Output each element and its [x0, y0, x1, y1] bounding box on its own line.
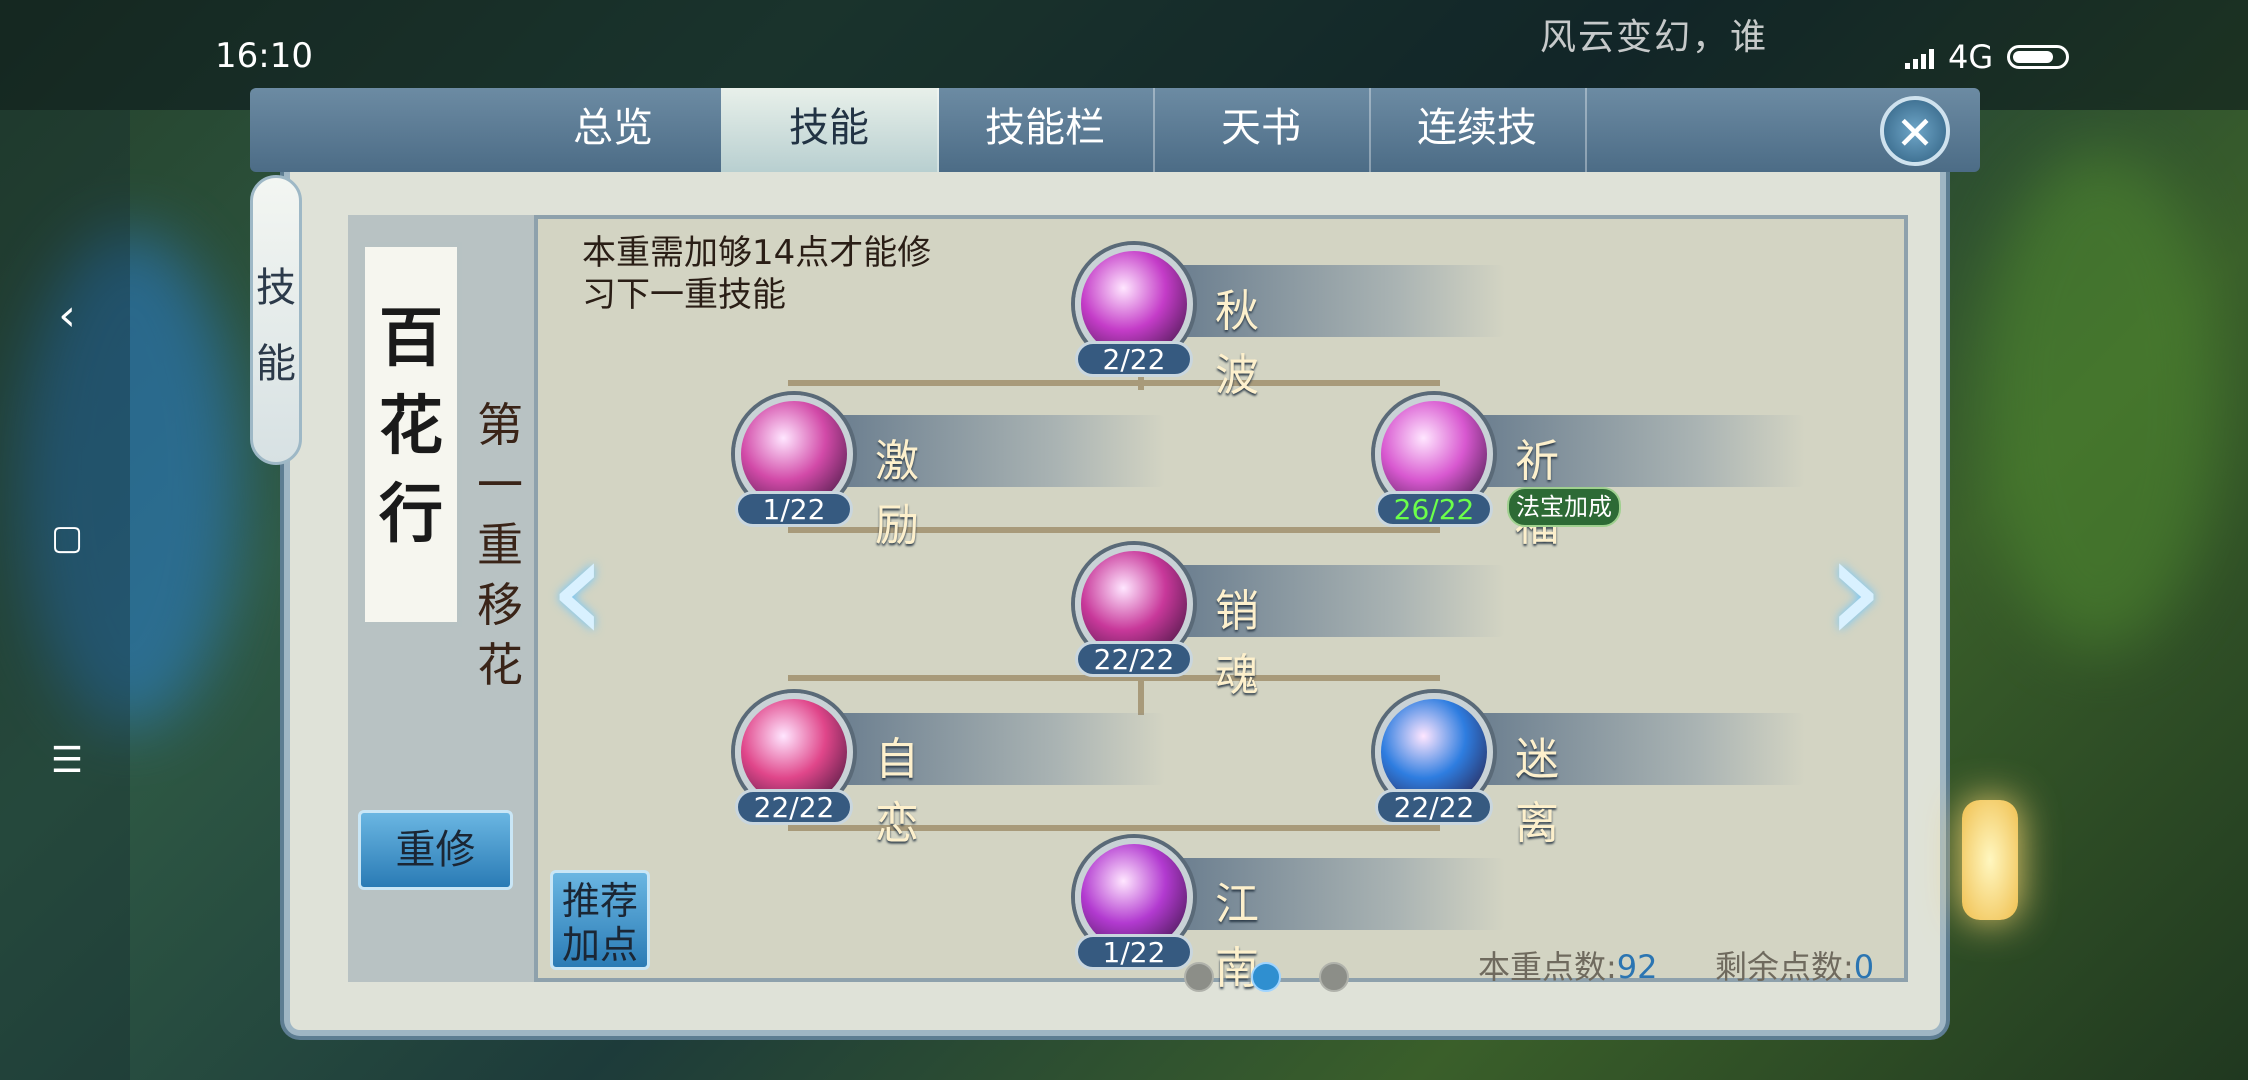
sect-scroll: 百花行	[360, 242, 462, 627]
tree-connector	[1138, 675, 1144, 715]
skill-level: 26/22	[1375, 491, 1493, 527]
scrolling-announcement: 风云变幻，谁	[1540, 17, 1769, 58]
skill-level: 1/22	[735, 491, 853, 527]
page-dot-2[interactable]	[1251, 962, 1281, 992]
status-icons: 4G	[1905, 38, 2070, 76]
home-icon[interactable]: ▢	[42, 518, 92, 558]
network-type: 4G	[1948, 38, 1994, 76]
skill-level: 1/22	[1075, 934, 1193, 970]
skill-level: 22/22	[735, 789, 853, 825]
skill-name: 秋波	[1215, 286, 1259, 401]
tab-tianshu[interactable]: 天书	[1153, 88, 1371, 172]
next-page-arrow-icon[interactable]: ›	[1825, 515, 1885, 665]
treasure-bonus-badge: 法宝加成	[1507, 487, 1621, 527]
prev-page-arrow-icon[interactable]: ‹	[548, 515, 608, 665]
back-icon[interactable]: ‹	[42, 290, 92, 341]
signal-icon	[1905, 45, 1934, 69]
layer-title: 第一重移花	[477, 398, 523, 692]
battery-icon	[2007, 45, 2070, 69]
skill-name: 自恋	[875, 734, 919, 849]
skill-level: 22/22	[1075, 641, 1193, 677]
page-dot-1[interactable]	[1184, 962, 1214, 992]
system-nav-bar: ‹ ▢ ☰	[0, 110, 130, 1080]
close-button[interactable]: ✕	[1880, 96, 1950, 166]
page-dot-3[interactable]	[1319, 962, 1349, 992]
skill-name: 激励	[875, 436, 919, 551]
tab-skills[interactable]: 技能	[721, 88, 939, 172]
recommend-points-button[interactable]: 推荐加点	[550, 870, 650, 970]
lantern-decoration	[1962, 800, 2018, 920]
remaining-points: 剩余点数:0	[1715, 948, 1875, 986]
background-foliage	[1980, 150, 2220, 650]
tab-overview[interactable]: 总览	[505, 88, 723, 172]
skill-level: 22/22	[1375, 789, 1493, 825]
menu-icon[interactable]: ☰	[42, 740, 92, 781]
side-tag-skills: 技能	[250, 175, 302, 465]
layer-hint: 本重需加够14点才能修习下一重技能	[582, 233, 932, 315]
tab-skill-bar[interactable]: 技能栏	[937, 88, 1155, 172]
layer-points: 本重点数:92	[1478, 948, 1658, 986]
tree-connector	[788, 380, 1440, 386]
skill-level: 2/22	[1075, 341, 1193, 377]
skill-name: 迷离	[1515, 734, 1559, 849]
skill-name: 销魂	[1215, 586, 1259, 701]
rebuild-button[interactable]: 重修	[358, 810, 513, 890]
clock: 16:10	[215, 36, 313, 76]
tab-combo[interactable]: 连续技	[1369, 88, 1587, 172]
